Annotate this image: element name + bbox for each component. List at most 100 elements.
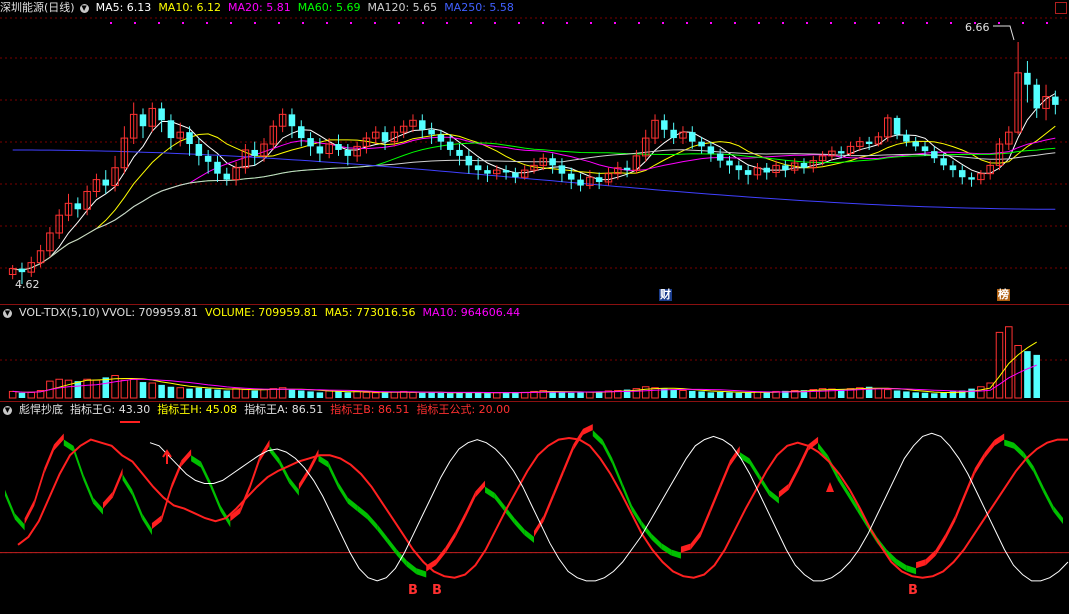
vol-ma5-label: MA5: 773016.56 (324, 306, 416, 319)
signal-dot (614, 22, 616, 24)
volume-bar (353, 390, 361, 399)
band-segment (778, 483, 789, 498)
signal-dot (590, 22, 592, 24)
band-segment (1043, 486, 1054, 512)
candle-down (800, 163, 808, 168)
signal-dot (830, 22, 832, 24)
price-panel[interactable]: 深圳能源(日线) ▼ MA5: 6.13 MA10: 6.12 MA20: 5.81 MA… (0, 0, 1069, 305)
candle-down (251, 149, 258, 156)
volume-bar (120, 379, 129, 399)
ma250-label: MA250: 5.58 (444, 1, 514, 14)
band-segment (328, 461, 339, 488)
volume-bar (158, 384, 165, 398)
band-segment (612, 458, 623, 488)
candle-down (893, 117, 901, 135)
band-segment (729, 446, 740, 467)
volume-bar (74, 381, 82, 398)
band-segment (720, 460, 730, 490)
band-segment (661, 543, 672, 556)
volume-bar (251, 390, 258, 398)
volume-bar (446, 393, 454, 398)
candle-down (446, 141, 454, 150)
volume-bar (707, 392, 715, 398)
band-segment (524, 529, 534, 543)
band-segment (102, 491, 113, 509)
candle-down (567, 173, 575, 180)
volume-bar (670, 389, 677, 398)
band-segment (798, 444, 809, 471)
band-segment (857, 505, 868, 528)
candle-down (1052, 96, 1059, 105)
candle-down (726, 160, 733, 166)
volume-bar (493, 392, 501, 399)
signal-dot (326, 22, 328, 24)
candle-down (735, 165, 743, 171)
volume-bar (689, 390, 696, 398)
toggle-icon[interactable]: ▼ (79, 3, 89, 13)
signal-dot (182, 22, 184, 24)
candle-down (689, 132, 696, 142)
vol-ma10-line (12, 364, 1037, 394)
signal-dot (518, 22, 520, 24)
band-segment (651, 533, 662, 550)
volume-bar (484, 393, 491, 398)
signal-dot (302, 22, 304, 24)
volume-bar (995, 331, 1004, 399)
band-segment (534, 515, 544, 537)
signal-dot (1022, 22, 1024, 24)
band-segment (974, 452, 985, 475)
signal-dot (710, 22, 712, 24)
volume-bar (148, 382, 157, 399)
volume-bar (641, 386, 650, 399)
band-segment (965, 468, 975, 498)
band-segment (93, 497, 103, 515)
volume-bar (260, 389, 268, 399)
band-segment (367, 513, 378, 531)
toggle-icon[interactable]: ▼ (3, 308, 12, 318)
candle-down (335, 144, 342, 150)
band-segment (1053, 505, 1063, 525)
band-segment (436, 546, 446, 566)
candle-down (204, 155, 212, 162)
finance-flag[interactable]: 财 (659, 289, 672, 301)
volume-bar (1024, 351, 1031, 398)
signal-dot (494, 22, 496, 24)
volume-bar (316, 392, 324, 398)
candle-down (18, 268, 26, 273)
candle-down (474, 165, 482, 171)
candle-down (763, 167, 771, 173)
volume-bar (186, 388, 193, 398)
volume-bar (288, 389, 296, 398)
signal-dot (686, 22, 688, 24)
volume-bar (297, 390, 305, 398)
candle-down (223, 173, 231, 180)
candle-down (903, 134, 910, 142)
volume-panel[interactable]: ▼ VOL-TDX(5,10) VVOL: 709959.81 VOLUME: 709… (0, 305, 1069, 402)
signal-dot (878, 22, 880, 24)
volume-bar (371, 392, 380, 399)
volume-bar (241, 389, 250, 399)
volume-bar (335, 391, 342, 398)
rank-flag[interactable]: 榜 (997, 289, 1010, 301)
candle-down (782, 165, 789, 171)
band-segment (318, 455, 329, 468)
candle-down (940, 158, 947, 166)
candle-down (1024, 72, 1031, 85)
candle-down (297, 126, 305, 139)
candle-down (186, 132, 193, 145)
high-marker (993, 25, 1015, 41)
volume-bar (726, 392, 733, 398)
indicator-panel[interactable]: ▼ 彪悍抄底 指标王G: 43.30 指标王H: 45.08 指标王A: 86.51 指标… (0, 402, 1069, 614)
band-segment (1004, 439, 1015, 449)
formula-label: 指标王公式: 20.00 (416, 403, 511, 416)
vol-ma5-line (12, 341, 1037, 394)
signal-dot (566, 22, 568, 24)
candle-down (139, 114, 147, 127)
candle-down (484, 170, 491, 174)
candle-down (661, 120, 668, 130)
candle-down (428, 129, 435, 135)
toggle-icon[interactable]: ▼ (3, 405, 12, 415)
candle-down (549, 158, 556, 166)
candlestick-chart[interactable] (0, 0, 1069, 305)
volume-bar (325, 390, 333, 399)
